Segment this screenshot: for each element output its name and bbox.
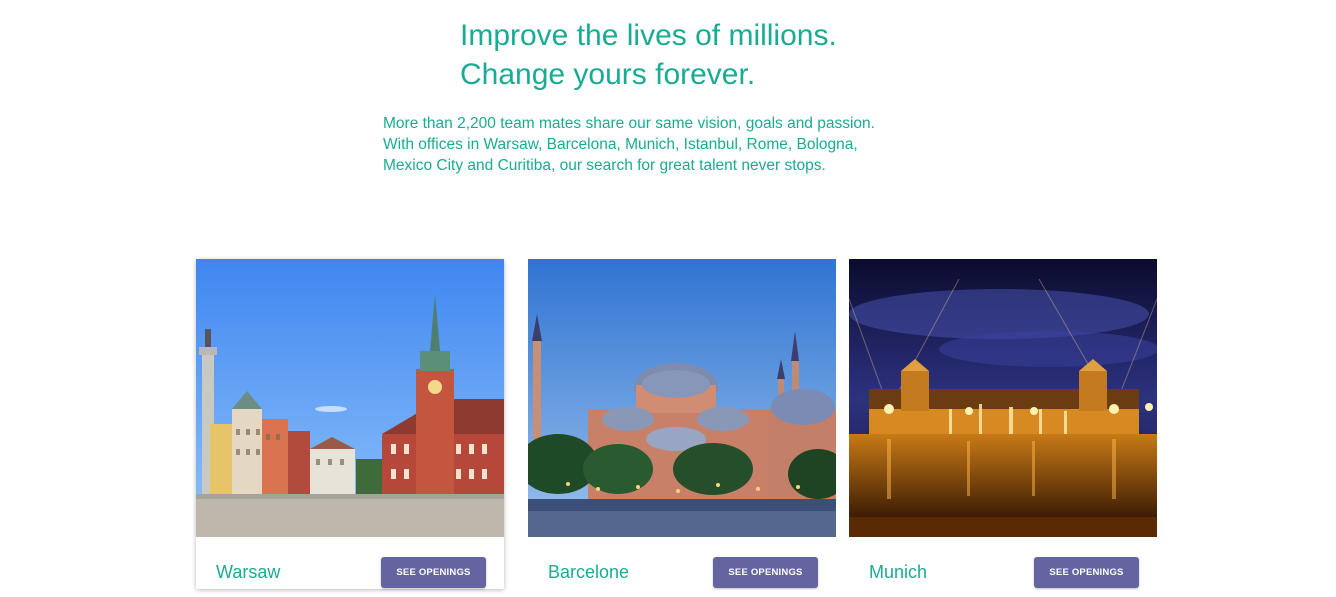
headline-line-2: Change yours forever.: [460, 58, 756, 91]
office-card-barcelone[interactable]: Barcelone SEE OPENINGS: [528, 259, 836, 589]
see-openings-button[interactable]: SEE OPENINGS: [1034, 557, 1139, 588]
office-card-warsaw[interactable]: Warsaw SEE OPENINGS: [196, 259, 504, 589]
munich-photo: [849, 259, 1157, 537]
city-name: Munich: [869, 562, 928, 582]
see-openings-button[interactable]: SEE OPENINGS: [713, 557, 818, 588]
see-openings-button[interactable]: SEE OPENINGS: [381, 557, 486, 588]
barcelone-photo: [528, 259, 836, 537]
intro-line-1: More than 2,200 team mates share our sam…: [383, 115, 875, 132]
intro-line-2: With offices in Warsaw, Barcelona, Munic…: [383, 136, 858, 153]
page-headline: Improve the lives of millions. Change yo…: [460, 16, 980, 94]
intro-line-3: Mexico City and Curitiba, our search for…: [383, 157, 826, 174]
headline-line-1: Improve the lives of millions.: [460, 19, 837, 52]
intro-paragraph: More than 2,200 team mates share our sam…: [383, 113, 923, 176]
office-card-munich[interactable]: Munich SEE OPENINGS: [849, 259, 1157, 589]
city-name: Warsaw: [216, 562, 281, 582]
warsaw-photo: [196, 259, 504, 537]
city-name: Barcelone: [548, 562, 630, 582]
